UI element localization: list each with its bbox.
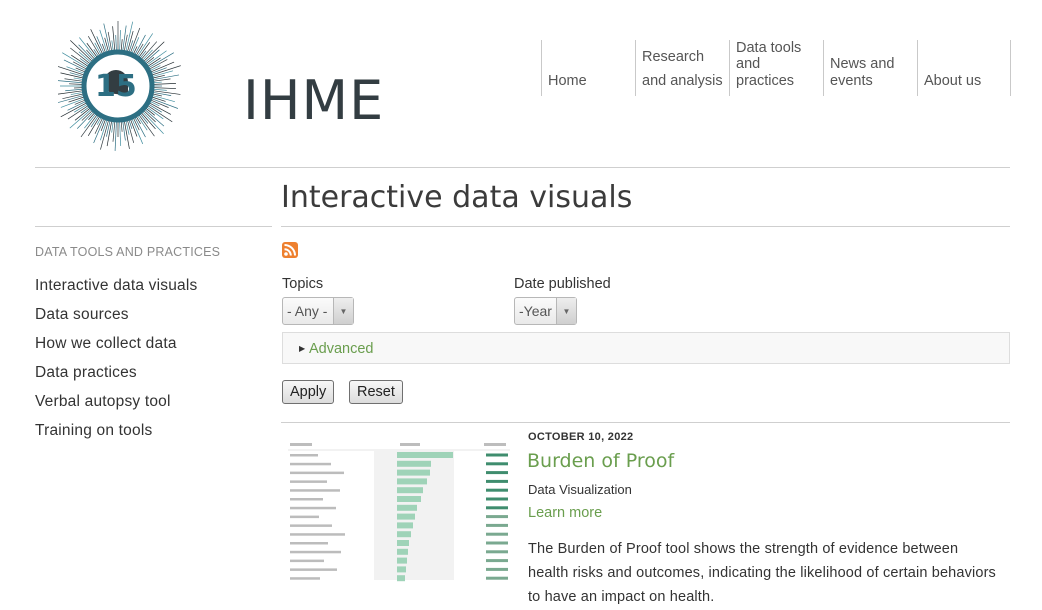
title-divider bbox=[281, 226, 1010, 227]
nav-item-label: Home bbox=[548, 72, 587, 89]
topics-select[interactable]: - Any - ▼ bbox=[282, 297, 354, 325]
nav-item-data-tools[interactable]: Data tools and practices bbox=[729, 40, 823, 96]
date-published-label: Date published bbox=[514, 276, 611, 292]
result-date: OCTOBER 10, 2022 bbox=[528, 431, 634, 443]
chevron-down-icon: ▼ bbox=[556, 298, 576, 324]
nav-item-label: About us bbox=[924, 72, 982, 89]
learn-more-link[interactable]: Learn more bbox=[528, 505, 602, 521]
sidebar-item-data-sources[interactable]: Data sources bbox=[35, 305, 197, 334]
nav-item-news[interactable]: News and events bbox=[823, 40, 917, 96]
nav-item-label: Data tools and practices bbox=[736, 39, 802, 89]
advanced-filters-panel: ▶ Advanced bbox=[282, 332, 1010, 364]
nav-item-home[interactable]: Home bbox=[541, 40, 635, 96]
svg-text:15: 15 bbox=[95, 69, 137, 104]
advanced-toggle[interactable]: Advanced bbox=[309, 341, 374, 357]
nav-item-label: Research and analysis bbox=[642, 49, 723, 89]
sidebar-item-data-practices[interactable]: Data practices bbox=[35, 363, 197, 392]
result-description: The Burden of Proof tool shows the stren… bbox=[528, 541, 996, 605]
sidebar-heading: DATA TOOLS AND PRACTICES bbox=[35, 245, 221, 259]
nav-item-about[interactable]: About us bbox=[917, 40, 1011, 96]
topics-select-value: - Any - bbox=[287, 303, 328, 319]
topics-label: Topics bbox=[282, 276, 324, 292]
caret-right-icon[interactable]: ▶ bbox=[299, 344, 305, 353]
burden-of-proof-thumbnail-icon bbox=[282, 436, 516, 582]
sidebar-item-interactive-data-visuals[interactable]: Interactive data visuals bbox=[35, 276, 197, 305]
sidebar-item-verbal-autopsy-tool[interactable]: Verbal autopsy tool bbox=[35, 392, 197, 421]
sidebar-item-how-we-collect-data[interactable]: How we collect data bbox=[35, 334, 197, 363]
logo-burst-icon: 15 bbox=[54, 21, 181, 151]
date-published-select[interactable]: -Year ▼ bbox=[514, 297, 577, 325]
result-type: Data Visualization bbox=[528, 482, 632, 497]
rss-feed-icon[interactable] bbox=[282, 242, 298, 258]
ihme-logo[interactable]: 15 IHME bbox=[54, 16, 383, 152]
header-divider bbox=[35, 167, 1010, 168]
sidebar-item-training-on-tools[interactable]: Training on tools bbox=[35, 421, 197, 450]
nav-item-label: News and events bbox=[830, 56, 895, 89]
sidebar-divider bbox=[35, 226, 272, 227]
result-title-link[interactable]: Burden of Proof bbox=[527, 450, 674, 472]
logo-wordmark: IHME bbox=[243, 69, 385, 132]
sidebar-menu: Interactive data visuals Data sources Ho… bbox=[35, 276, 197, 450]
page-title: Interactive data visuals bbox=[281, 180, 633, 215]
results-divider bbox=[281, 422, 1010, 423]
chevron-down-icon: ▼ bbox=[333, 298, 353, 324]
reset-button[interactable]: Reset bbox=[349, 380, 403, 404]
nav-item-research[interactable]: Research and analysis bbox=[635, 40, 729, 96]
main-nav: Home Research and analysis Data tools and p… bbox=[541, 40, 1011, 96]
date-select-value: -Year bbox=[519, 303, 552, 319]
apply-button[interactable]: Apply bbox=[282, 380, 335, 404]
result-thumbnail[interactable] bbox=[282, 436, 516, 582]
